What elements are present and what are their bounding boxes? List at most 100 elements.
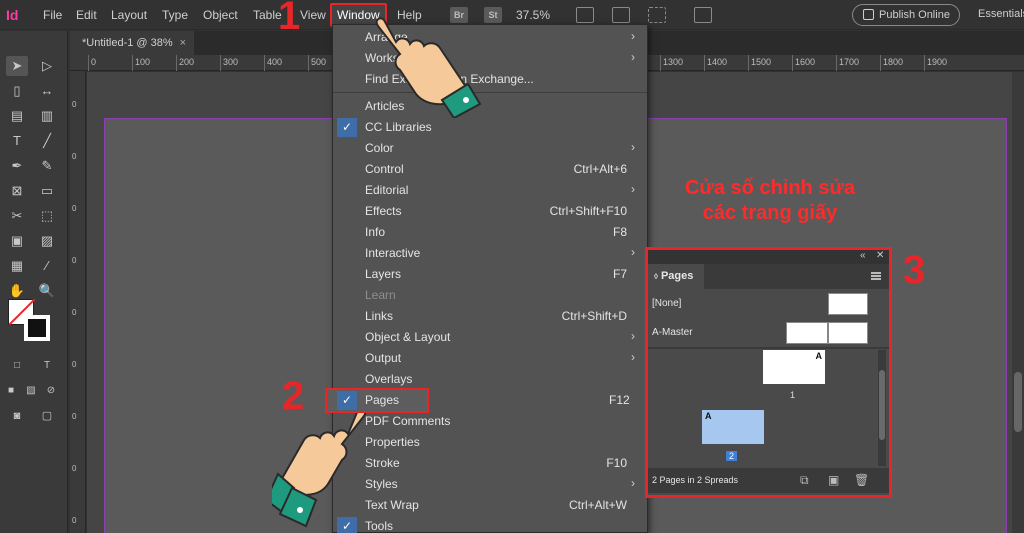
format-text-icon[interactable]: T: [36, 356, 58, 376]
ruler-tick-label: 0: [72, 360, 77, 369]
free-transform-tool-icon[interactable]: ⬚: [36, 206, 58, 226]
screen-mode-icon[interactable]: [612, 7, 630, 23]
line-tool-icon[interactable]: ╱: [36, 131, 58, 151]
tab-pages[interactable]: ◊ Pages: [648, 264, 704, 289]
eyedropper-tool-icon[interactable]: ⁄: [36, 256, 58, 276]
zoom-tool-icon[interactable]: 🔍: [36, 281, 58, 301]
apply-color-icon[interactable]: ■: [0, 381, 22, 401]
scrollbar-thumb[interactable]: [1014, 372, 1022, 432]
vertical-scrollbar[interactable]: [1012, 72, 1024, 533]
gradient-feather-tool-icon[interactable]: ▨: [36, 231, 58, 251]
note-tool-icon[interactable]: ▦: [6, 256, 28, 276]
direct-selection-tool-icon[interactable]: ▷: [36, 56, 58, 76]
chevron-right-icon: ›: [631, 350, 635, 364]
menu-item-properties[interactable]: Properties: [333, 432, 647, 453]
ruler-tick-label: 1800: [883, 57, 904, 67]
type-tool-icon[interactable]: T: [6, 131, 28, 151]
menu-item-cc-libraries[interactable]: ✓ CC Libraries: [333, 117, 647, 138]
pencil-tool-icon[interactable]: ✎: [36, 156, 58, 176]
menu-item-effects[interactable]: Effects Ctrl+Shift+F10: [333, 201, 647, 222]
menu-item-interactive[interactable]: Interactive ›: [333, 243, 647, 264]
pen-tool-icon[interactable]: ✒: [6, 156, 28, 176]
content-placer-icon[interactable]: ▥: [36, 106, 58, 126]
close-icon[interactable]: ×: [180, 31, 186, 55]
menu-item-stroke[interactable]: Stroke F10: [333, 453, 647, 474]
publish-label: Publish Online: [879, 9, 950, 21]
panel-divider[interactable]: [648, 347, 889, 349]
menu-item-output[interactable]: Output ›: [333, 348, 647, 369]
apply-none-icon[interactable]: ⊘: [40, 381, 62, 401]
collapse-panel-icon[interactable]: «: [860, 250, 866, 261]
menu-item-overlays[interactable]: Overlays: [333, 369, 647, 390]
edit-page-size-icon[interactable]: ⧉: [800, 473, 809, 488]
panel-scrollbar-thumb[interactable]: [879, 370, 885, 440]
ruler-tick: [704, 55, 705, 71]
menu-item-color[interactable]: Color ›: [333, 138, 647, 159]
close-panel-icon[interactable]: ✕: [876, 250, 884, 261]
panel-menu-icon[interactable]: [871, 272, 881, 280]
view-options-icon[interactable]: [576, 7, 594, 23]
publish-online-button[interactable]: Publish Online: [852, 4, 960, 26]
zoom-level[interactable]: 37.5%: [516, 8, 550, 22]
hand-tool-icon[interactable]: ✋: [6, 281, 28, 301]
rectangle-frame-tool-icon[interactable]: ⊠: [6, 181, 28, 201]
panel-title-bar[interactable]: « ✕: [648, 250, 889, 264]
format-container-icon[interactable]: □: [6, 356, 28, 376]
new-page-icon[interactable]: ▣: [828, 473, 839, 487]
vertical-ruler[interactable]: 0 0 0 0 0 0 0 0 0: [70, 71, 86, 533]
panel-scrollbar[interactable]: [878, 350, 886, 466]
content-collector-icon[interactable]: ▤: [6, 106, 28, 126]
master-a[interactable]: A-Master: [648, 320, 889, 348]
gap-tool-icon[interactable]: ↔: [36, 81, 58, 101]
page-thumbnail-selected[interactable]: A: [702, 410, 764, 444]
menu-item-info[interactable]: Info F8: [333, 222, 647, 243]
apply-gradient-icon[interactable]: ▧: [20, 381, 42, 401]
menu-item-pages[interactable]: ✓ Pages F12: [325, 388, 630, 413]
rectangle-tool-icon[interactable]: ▭: [36, 181, 58, 201]
chevron-right-icon: ›: [631, 182, 635, 196]
menu-item-editorial[interactable]: Editorial ›: [333, 180, 647, 201]
document-tab[interactable]: *Untitled-1 @ 38% ×: [70, 31, 194, 55]
menu-item-styles[interactable]: Styles ›: [333, 474, 647, 495]
ruler-tick-label: 0: [72, 516, 77, 525]
ruler-tick: [132, 55, 133, 71]
normal-view-icon[interactable]: ◙: [6, 406, 28, 426]
menu-item-label: Control: [365, 162, 404, 176]
chevron-updown-icon: ◊: [654, 272, 658, 281]
menu-item-tools[interactable]: ✓ Tools: [333, 516, 647, 533]
menu-item-label: Output: [365, 351, 402, 365]
master-none[interactable]: [None]: [648, 291, 889, 319]
workspace-switcher[interactable]: Essentials: [978, 8, 1024, 20]
menu-item-links[interactable]: Links Ctrl+Shift+D: [333, 306, 647, 327]
ruler-tick: [924, 55, 925, 71]
preview-view-icon[interactable]: ▢: [36, 406, 58, 426]
gradient-swatch-tool-icon[interactable]: ▣: [6, 231, 28, 251]
menu-item-layers[interactable]: Layers F7: [333, 264, 647, 285]
ruler-tick-label: 1500: [751, 57, 772, 67]
ruler-tick: [88, 55, 89, 71]
arrange-documents-icon[interactable]: [694, 7, 712, 23]
menu-item-pdf-comments[interactable]: PDF Comments: [333, 411, 647, 432]
master-thumbnail[interactable]: [828, 293, 868, 315]
ruler-tick-label: 0: [72, 256, 77, 265]
menu-object[interactable]: Object: [203, 8, 238, 22]
master-thumbnail-right[interactable]: [828, 322, 868, 344]
pages-panel: « ✕ ◊ Pages [None] A-Master A 1 A 2 2 Pag…: [645, 247, 892, 498]
master-thumbnail-left[interactable]: [786, 322, 828, 344]
menu-layout[interactable]: Layout: [111, 8, 147, 22]
selection-tool-icon[interactable]: ➤: [6, 56, 28, 76]
menu-file[interactable]: File: [43, 8, 62, 22]
menu-edit[interactable]: Edit: [76, 8, 97, 22]
menu-type[interactable]: Type: [162, 8, 188, 22]
ruler-tick-label: 0: [91, 57, 97, 67]
scissors-tool-icon[interactable]: ✂: [6, 206, 28, 226]
menu-item-text-wrap[interactable]: Text Wrap Ctrl+Alt+W: [333, 495, 647, 516]
frame-icon[interactable]: [648, 7, 666, 23]
page-thumbnail[interactable]: A: [763, 350, 825, 384]
menu-item-control[interactable]: Control Ctrl+Alt+6: [333, 159, 647, 180]
menu-item-object-layout[interactable]: Object & Layout ›: [333, 327, 647, 348]
menu-view[interactable]: View: [300, 8, 326, 22]
delete-page-icon[interactable]: 🗑: [854, 473, 869, 487]
stroke-swatch[interactable]: [24, 315, 50, 341]
page-tool-icon[interactable]: ▯: [6, 81, 28, 101]
